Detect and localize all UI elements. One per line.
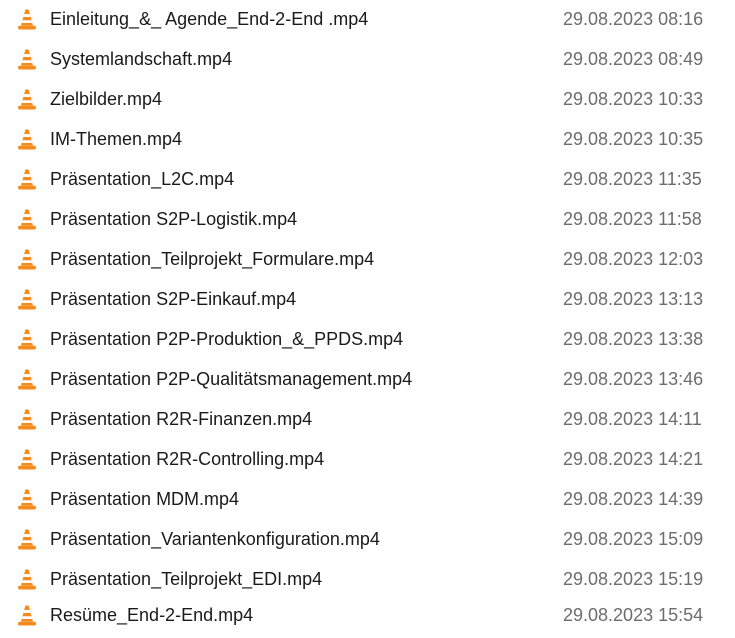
file-date-modified: 29.08.2023 11:58	[563, 209, 702, 229]
file-row[interactable]: Präsentation_Variantenkonfiguration.mp4 …	[0, 522, 735, 562]
file-row[interactable]: Präsentation S2P-Einkauf.mp4 29.08.2023 …	[0, 282, 735, 322]
file-row[interactable]: Präsentation R2R-Finanzen.mp4 29.08.2023…	[0, 402, 735, 442]
vlc-media-file-icon	[16, 488, 38, 510]
file-row[interactable]: Einleitung_&_ Agende_End-2-End .mp4 29.0…	[0, 2, 735, 42]
vlc-media-file-icon	[16, 248, 38, 270]
file-date-modified: 29.08.2023 12:03	[563, 249, 704, 269]
file-name: Präsentation_Teilprojekt_EDI.mp4	[50, 569, 323, 589]
file-name: Präsentation S2P-Logistik.mp4	[50, 209, 298, 229]
vlc-media-file-icon	[16, 528, 38, 550]
vlc-media-file-icon	[16, 448, 38, 470]
file-list: Einleitung_&_ Agende_End-2-End .mp4 29.0…	[0, 0, 735, 632]
vlc-media-file-icon	[16, 604, 38, 626]
file-date-modified: 29.08.2023 10:35	[563, 129, 704, 149]
vlc-media-file-icon	[16, 128, 38, 150]
file-date-modified: 29.08.2023 13:38	[563, 329, 704, 349]
file-name: Präsentation MDM.mp4	[50, 489, 240, 509]
file-date-modified: 29.08.2023 15:09	[563, 529, 704, 549]
file-date-modified: 29.08.2023 11:35	[563, 169, 702, 189]
file-name: Zielbilder.mp4	[50, 89, 163, 109]
file-name: Präsentation S2P-Einkauf.mp4	[50, 289, 297, 309]
file-row[interactable]: Präsentation_L2C.mp4 29.08.2023 11:35	[0, 162, 735, 202]
file-row[interactable]: Präsentation_Teilprojekt_EDI.mp4 29.08.2…	[0, 562, 735, 602]
vlc-media-file-icon	[16, 368, 38, 390]
file-date-modified: 29.08.2023 14:21	[563, 449, 704, 469]
file-row[interactable]: Resüme_End-2-End.mp4 29.08.2023 15:54	[0, 598, 735, 638]
file-date-modified: 29.08.2023 08:16	[563, 9, 704, 29]
file-name: Einleitung_&_ Agende_End-2-End .mp4	[50, 9, 369, 29]
file-name: Präsentation_Teilprojekt_Formulare.mp4	[50, 249, 375, 269]
file-date-modified: 29.08.2023 15:19	[563, 569, 704, 589]
vlc-media-file-icon	[16, 208, 38, 230]
vlc-media-file-icon	[16, 408, 38, 430]
file-row[interactable]: Zielbilder.mp4 29.08.2023 10:33	[0, 82, 735, 122]
file-date-modified: 29.08.2023 13:46	[563, 369, 704, 389]
file-name: Präsentation R2R-Finanzen.mp4	[50, 409, 313, 429]
file-row[interactable]: Präsentation S2P-Logistik.mp4 29.08.2023…	[0, 202, 735, 242]
file-date-modified: 29.08.2023 14:39	[563, 489, 704, 509]
file-name: Resüme_End-2-End.mp4	[50, 605, 254, 625]
file-name: Präsentation_Variantenkonfiguration.mp4	[50, 529, 380, 549]
file-row[interactable]: Systemlandschaft.mp4 29.08.2023 08:49	[0, 42, 735, 82]
vlc-media-file-icon	[16, 168, 38, 190]
file-date-modified: 29.08.2023 14:11	[563, 409, 702, 429]
file-name: Präsentation P2P-Qualitätsmanagement.mp4	[50, 369, 413, 389]
file-date-modified: 29.08.2023 13:13	[563, 289, 704, 309]
vlc-media-file-icon	[16, 328, 38, 350]
file-row[interactable]: Präsentation P2P-Qualitätsmanagement.mp4…	[0, 362, 735, 402]
vlc-media-file-icon	[16, 48, 38, 70]
vlc-media-file-icon	[16, 568, 38, 590]
file-date-modified: 29.08.2023 08:49	[563, 49, 704, 69]
file-row[interactable]: IM-Themen.mp4 29.08.2023 10:35	[0, 122, 735, 162]
file-name: Präsentation_L2C.mp4	[50, 169, 235, 189]
file-date-modified: 29.08.2023 15:54	[563, 605, 704, 625]
file-name: IM-Themen.mp4	[50, 129, 183, 149]
file-name: Systemlandschaft.mp4	[50, 49, 233, 69]
file-name: Präsentation R2R-Controlling.mp4	[50, 449, 325, 469]
vlc-media-file-icon	[16, 8, 38, 30]
file-row[interactable]: Präsentation MDM.mp4 29.08.2023 14:39	[0, 482, 735, 522]
vlc-media-file-icon	[16, 88, 38, 110]
file-name: Präsentation P2P-Produktion_&_PPDS.mp4	[50, 329, 404, 349]
vlc-media-file-icon	[16, 288, 38, 310]
file-row[interactable]: Präsentation R2R-Controlling.mp4 29.08.2…	[0, 442, 735, 482]
file-row[interactable]: Präsentation P2P-Produktion_&_PPDS.mp4 2…	[0, 322, 735, 362]
file-row[interactable]: Präsentation_Teilprojekt_Formulare.mp4 2…	[0, 242, 735, 282]
file-date-modified: 29.08.2023 10:33	[563, 89, 704, 109]
